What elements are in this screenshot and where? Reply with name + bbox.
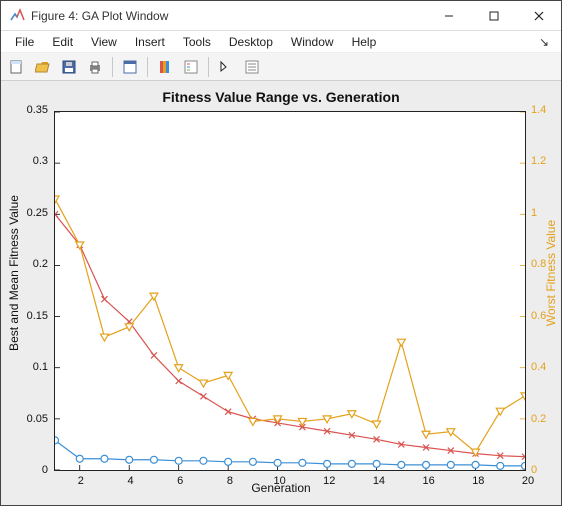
y-tick-right: 0.2 bbox=[531, 413, 546, 425]
menu-desktop[interactable]: Desktop bbox=[221, 33, 281, 51]
y-axis-label-left: Best and Mean Fitness Value bbox=[7, 81, 21, 465]
matlab-logo-icon bbox=[9, 8, 25, 24]
figure-area: Fitness Value Range vs. Generation Best … bbox=[1, 81, 561, 505]
y-tick-left: 0.35 bbox=[27, 104, 48, 116]
y-tick-right: 1.4 bbox=[531, 104, 546, 116]
open-button[interactable] bbox=[31, 55, 55, 79]
x-tick: 12 bbox=[319, 475, 339, 487]
menu-edit[interactable]: Edit bbox=[44, 33, 81, 51]
x-tick: 20 bbox=[518, 475, 538, 487]
x-tick: 2 bbox=[71, 475, 91, 487]
open-property-inspector-button[interactable] bbox=[240, 55, 264, 79]
edit-plot-button[interactable] bbox=[214, 55, 238, 79]
y-tick-right: 1.2 bbox=[531, 155, 546, 167]
menu-help[interactable]: Help bbox=[344, 33, 385, 51]
y-tick-left: 0 bbox=[42, 464, 48, 476]
y-tick-left: 0.1 bbox=[33, 361, 48, 373]
menu-insert[interactable]: Insert bbox=[127, 33, 173, 51]
save-button[interactable] bbox=[57, 55, 81, 79]
window-title: Figure 4: GA Plot Window bbox=[31, 9, 426, 23]
toolbar-separator bbox=[208, 57, 209, 77]
window-titlebar: Figure 4: GA Plot Window bbox=[1, 1, 561, 31]
menu-view[interactable]: View bbox=[83, 33, 125, 51]
x-tick: 6 bbox=[170, 475, 190, 487]
menu-file[interactable]: File bbox=[7, 33, 42, 51]
maximize-button[interactable] bbox=[471, 1, 516, 30]
print-button[interactable] bbox=[83, 55, 107, 79]
menu-tools[interactable]: Tools bbox=[175, 33, 219, 51]
x-tick: 14 bbox=[369, 475, 389, 487]
close-button[interactable] bbox=[516, 1, 561, 30]
insert-colorbar-button[interactable] bbox=[153, 55, 177, 79]
y-tick-left: 0.2 bbox=[33, 258, 48, 270]
x-tick: 8 bbox=[220, 475, 240, 487]
new-figure-button[interactable] bbox=[5, 55, 29, 79]
y-tick-left: 0.05 bbox=[27, 413, 48, 425]
y-tick-right: 0 bbox=[531, 464, 537, 476]
toolbar-separator bbox=[112, 57, 113, 77]
y-tick-left: 0.3 bbox=[33, 155, 48, 167]
y-tick-right: 1 bbox=[531, 207, 537, 219]
chart-title: Fitness Value Range vs. Generation bbox=[1, 89, 561, 105]
y-tick-left: 0.25 bbox=[27, 207, 48, 219]
y-axis-label-right: Worst Fitness Value bbox=[544, 81, 558, 465]
x-tick: 18 bbox=[468, 475, 488, 487]
y-tick-left: 0.15 bbox=[27, 310, 48, 322]
toolbar-separator bbox=[147, 57, 148, 77]
menu-window[interactable]: Window bbox=[283, 33, 342, 51]
y-tick-right: 0.6 bbox=[531, 310, 546, 322]
insert-legend-button[interactable] bbox=[179, 55, 203, 79]
x-tick: 10 bbox=[270, 475, 290, 487]
axes[interactable] bbox=[54, 111, 526, 471]
dock-icon[interactable]: ↘ bbox=[539, 35, 555, 49]
y-tick-right: 0.8 bbox=[531, 258, 546, 270]
y-tick-right: 0.4 bbox=[531, 361, 546, 373]
data-cursor-button[interactable] bbox=[118, 55, 142, 79]
menu-bar: File Edit View Insert Tools Desktop Wind… bbox=[1, 31, 561, 53]
x-tick: 16 bbox=[419, 475, 439, 487]
x-tick: 4 bbox=[121, 475, 141, 487]
toolbar bbox=[1, 53, 561, 81]
minimize-button[interactable] bbox=[426, 1, 471, 30]
